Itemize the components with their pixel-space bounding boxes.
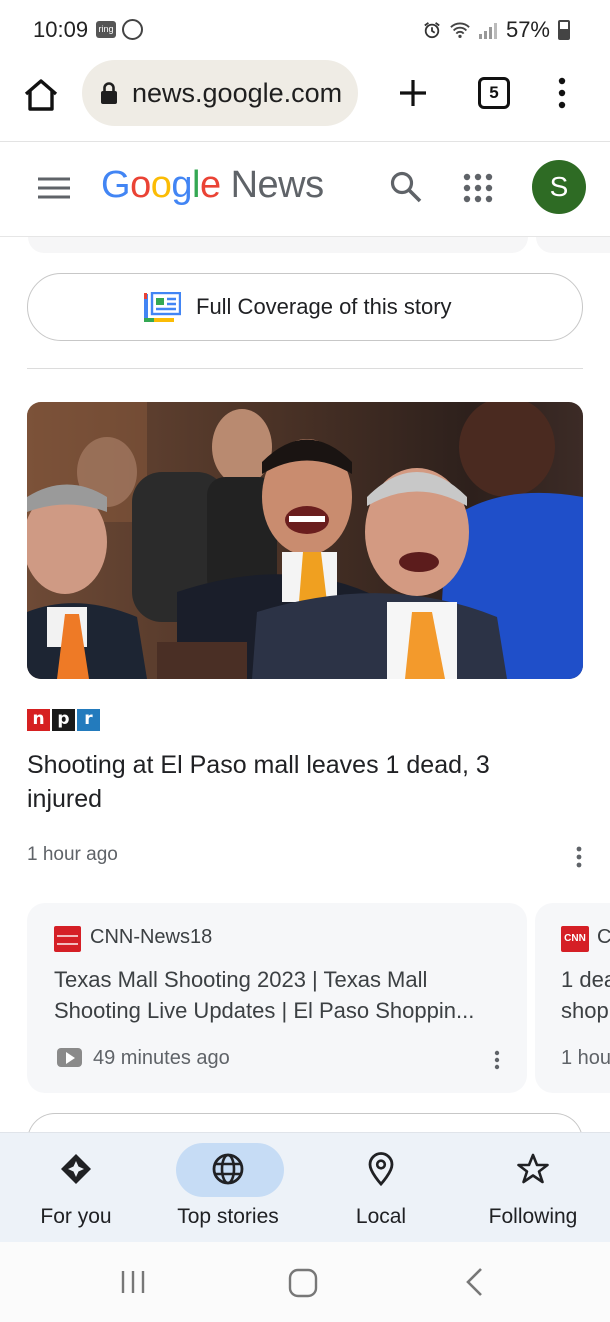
globe-icon: [212, 1153, 244, 1185]
wifi-icon: [450, 22, 470, 38]
nav-label-top-stories: Top stories: [177, 1205, 279, 1228]
related-time-2: 1 hou: [561, 1047, 610, 1069]
system-back-icon[interactable]: [463, 1266, 487, 1298]
story-timestamp: 1 hour ago: [27, 844, 118, 865]
browser-toolbar: news.google.com 5: [0, 58, 610, 142]
story-headline[interactable]: Shooting at El Paso mall leaves 1 dead, …: [27, 748, 567, 816]
app-header: Google News S: [0, 142, 610, 237]
nav-top-stories[interactable]: Top stories: [152, 1133, 304, 1243]
url-text: news.google.com: [132, 78, 343, 108]
related-story-card-2[interactable]: CNN C 1 dea shop 1 hou: [535, 903, 610, 1093]
related-title-2: 1 dea shop: [561, 967, 610, 1023]
address-bar[interactable]: news.google.com: [82, 60, 358, 126]
system-home-icon[interactable]: [288, 1268, 318, 1298]
status-right: 57%: [422, 17, 570, 43]
lock-icon: [101, 82, 117, 104]
nav-local[interactable]: Local: [305, 1133, 457, 1243]
apps-grid-icon[interactable]: [462, 172, 494, 204]
nav-following[interactable]: Following: [457, 1133, 609, 1243]
overflow-menu-icon[interactable]: [553, 76, 571, 110]
diamond-sparkle-icon: [61, 1154, 91, 1184]
ring-app-icon: ring: [96, 21, 116, 38]
video-icon: [57, 1048, 82, 1067]
full-coverage-button[interactable]: Full Coverage of this story: [27, 273, 583, 341]
notification-app-icon: [122, 19, 143, 40]
battery-icon: [558, 20, 570, 40]
account-avatar[interactable]: S: [532, 160, 586, 214]
previous-card-edge: [28, 237, 528, 253]
nav-label-following: Following: [488, 1205, 578, 1228]
home-icon[interactable]: [22, 76, 60, 114]
phone-screen: 10:09 ring 57% news.google.com 5 Google N…: [0, 0, 610, 1322]
tab-switcher-button[interactable]: 5: [478, 77, 510, 109]
cnn-logo-icon: CNN: [561, 926, 589, 952]
system-navigation-bar: [0, 1242, 610, 1322]
related-more-options-icon[interactable]: [490, 1049, 504, 1071]
bottom-navigation: For you Top stories Local Following: [0, 1132, 610, 1242]
related-title[interactable]: Texas Mall Shooting 2023 | Texas Mall Sh…: [54, 964, 509, 1026]
npr-logo[interactable]: npr: [27, 709, 100, 731]
signal-icon: [478, 23, 497, 39]
section-divider: [27, 368, 583, 369]
new-tab-icon[interactable]: [396, 76, 430, 110]
story-hero-image[interactable]: [27, 402, 583, 679]
hamburger-menu-icon[interactable]: [38, 176, 70, 200]
story-more-options-icon[interactable]: [572, 845, 586, 869]
star-outline-icon: [517, 1153, 549, 1184]
related-source-2: C: [597, 926, 610, 948]
status-bar: 10:09 ring 57%: [0, 0, 610, 58]
full-coverage-label: Full Coverage of this story: [196, 294, 452, 319]
cnn-news18-logo-icon: [54, 926, 81, 952]
nav-label-local: Local: [355, 1205, 407, 1228]
battery-percent: 57%: [505, 17, 550, 42]
status-time: 10:09: [33, 17, 89, 42]
nav-label-for-you: For you: [40, 1205, 112, 1228]
nav-for-you[interactable]: For you: [0, 1133, 152, 1243]
recent-apps-icon[interactable]: [119, 1268, 147, 1296]
full-coverage-icon: [144, 292, 181, 322]
related-source: CNN-News18: [90, 926, 213, 948]
related-story-card[interactable]: CNN-News18 Texas Mall Shooting 2023 | Te…: [27, 903, 527, 1093]
alarm-icon: [424, 22, 440, 39]
location-pin-icon: [368, 1152, 394, 1186]
related-time: 49 minutes ago: [93, 1047, 230, 1069]
search-icon[interactable]: [389, 170, 423, 204]
google-news-logo[interactable]: Google News: [101, 164, 324, 207]
logo-news-word: News: [230, 164, 325, 206]
previous-card-edge-2: [536, 237, 610, 253]
